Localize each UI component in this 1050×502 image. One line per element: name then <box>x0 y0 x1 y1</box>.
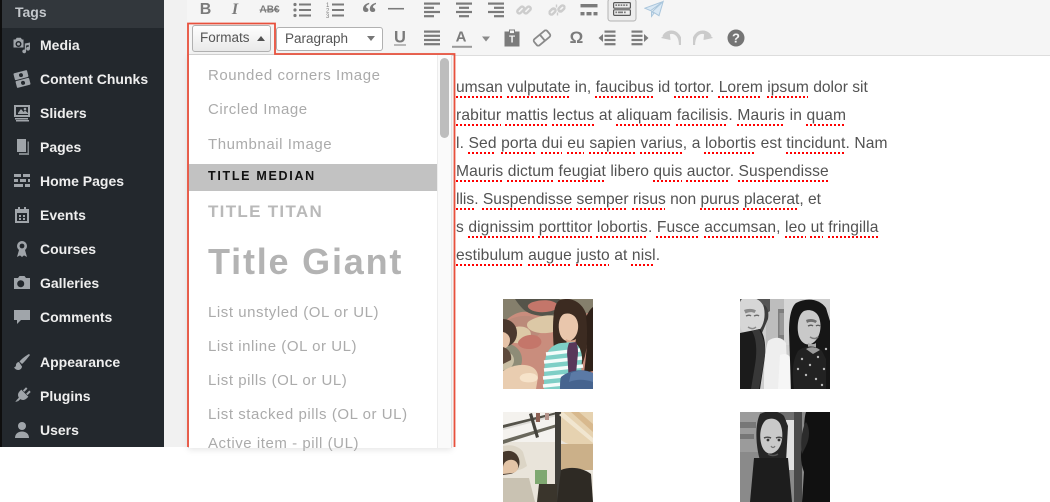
svg-text:T: T <box>509 34 515 45</box>
svg-text:3: 3 <box>326 14 330 18</box>
